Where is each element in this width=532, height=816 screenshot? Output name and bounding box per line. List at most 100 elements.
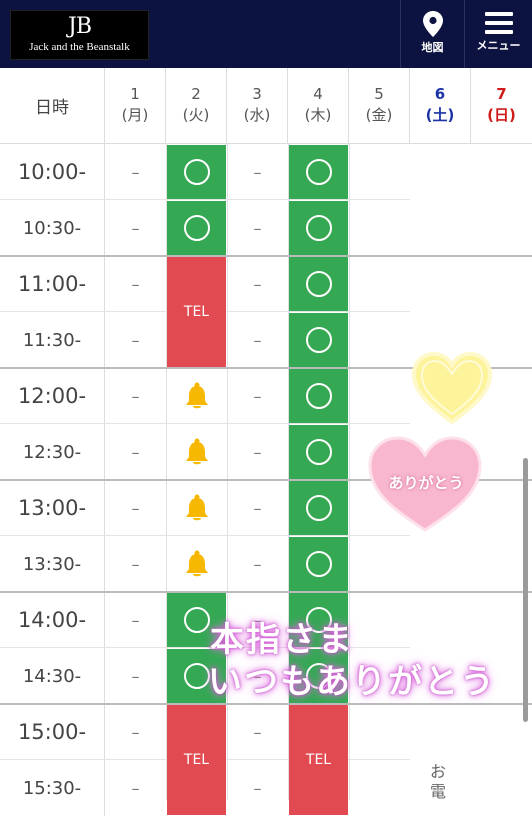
row-divider bbox=[0, 423, 410, 424]
slot-unavailable: – bbox=[106, 145, 165, 199]
day-date: 7 bbox=[496, 85, 507, 103]
bell-icon bbox=[185, 550, 208, 577]
circle-available-icon bbox=[305, 495, 332, 521]
row-divider bbox=[0, 199, 410, 200]
day-weekday: (土) bbox=[425, 106, 455, 124]
slot-unavailable: – bbox=[106, 649, 165, 703]
map-label: 地図 bbox=[421, 41, 444, 54]
dash-mark: – bbox=[253, 274, 262, 294]
day-weekday: (木) bbox=[304, 106, 332, 124]
dash-mark: – bbox=[131, 498, 140, 518]
dash-mark: – bbox=[131, 162, 140, 182]
slot-tel[interactable]: TEL bbox=[289, 705, 348, 815]
logo-name: Jack and the Beanstalk bbox=[29, 41, 130, 53]
day-header: 2 (火) bbox=[166, 68, 227, 144]
slot-available[interactable] bbox=[289, 369, 348, 423]
circle-available-icon bbox=[305, 439, 332, 465]
slot-unavailable: – bbox=[106, 257, 165, 311]
site-header: JB Jack and the Beanstalk 地図 メニュー bbox=[0, 0, 532, 68]
day-date: 4 bbox=[313, 85, 323, 103]
slot-available[interactable] bbox=[289, 145, 348, 199]
time-slot-label: 11:00- bbox=[0, 256, 105, 312]
dash-mark: – bbox=[131, 330, 140, 350]
dash-mark: – bbox=[253, 330, 262, 350]
regular-customer-banner-line2: いつもありがとう bbox=[208, 662, 496, 702]
dash-mark: – bbox=[253, 218, 262, 238]
slot-tel[interactable]: TEL bbox=[167, 257, 226, 367]
slot-waiting[interactable] bbox=[167, 369, 226, 423]
scrollbar[interactable] bbox=[523, 458, 528, 722]
slot-available[interactable] bbox=[289, 313, 348, 367]
slot-unavailable: – bbox=[106, 593, 165, 647]
dash-mark: – bbox=[131, 386, 140, 406]
dash-mark: – bbox=[131, 442, 140, 462]
circle-available-icon bbox=[305, 271, 332, 297]
circle-available-icon bbox=[305, 159, 332, 185]
slot-waiting[interactable] bbox=[167, 481, 226, 535]
circle-available-icon bbox=[305, 327, 332, 353]
corner-header: 日時 bbox=[0, 68, 105, 144]
slot-unavailable: – bbox=[228, 145, 287, 199]
day-header: 4 (木) bbox=[288, 68, 349, 144]
slot-waiting[interactable] bbox=[167, 537, 226, 591]
circle-available-icon bbox=[305, 383, 332, 409]
day-weekday: (月) bbox=[121, 106, 149, 124]
day-date: 3 bbox=[252, 85, 262, 103]
day-weekday: (金) bbox=[365, 106, 393, 124]
row-divider bbox=[0, 535, 410, 536]
slot-unavailable: – bbox=[106, 705, 165, 759]
slot-unavailable: – bbox=[228, 761, 287, 815]
day-weekday: (火) bbox=[182, 106, 210, 124]
slot-waiting[interactable] bbox=[167, 425, 226, 479]
bell-icon bbox=[185, 494, 208, 521]
dash-mark: – bbox=[131, 218, 140, 238]
circle-available-icon bbox=[183, 215, 210, 241]
slot-available[interactable] bbox=[289, 481, 348, 535]
site-logo[interactable]: JB Jack and the Beanstalk bbox=[10, 10, 149, 60]
map-button[interactable]: 地図 bbox=[400, 0, 464, 68]
slot-unavailable: – bbox=[106, 481, 165, 535]
day-header-sunday: 7 (日) bbox=[471, 68, 532, 144]
slot-available[interactable] bbox=[289, 425, 348, 479]
map-pin-icon bbox=[422, 11, 443, 37]
time-slot-label: 15:00- bbox=[0, 704, 105, 760]
slot-unavailable: – bbox=[106, 369, 165, 423]
day-weekday: (日) bbox=[487, 106, 516, 124]
slot-unavailable: – bbox=[228, 201, 287, 255]
slot-available[interactable] bbox=[167, 201, 226, 255]
day-date: 1 bbox=[130, 85, 140, 103]
dash-mark: – bbox=[131, 666, 140, 686]
yellow-heart-sticker bbox=[411, 351, 493, 425]
heart-text: ありがとう bbox=[388, 474, 464, 492]
slot-unavailable: – bbox=[228, 313, 287, 367]
day-date: 2 bbox=[191, 85, 201, 103]
slot-unavailable: – bbox=[106, 201, 165, 255]
phone-note: お電 bbox=[430, 762, 447, 801]
slot-available[interactable] bbox=[289, 257, 348, 311]
slot-available[interactable] bbox=[289, 537, 348, 591]
hamburger-menu-icon bbox=[484, 12, 513, 34]
time-slot-label: 10:30- bbox=[0, 200, 105, 256]
slot-available[interactable] bbox=[289, 201, 348, 255]
slot-unavailable: – bbox=[228, 425, 287, 479]
dash-mark: – bbox=[253, 722, 262, 742]
dash-mark: – bbox=[253, 442, 262, 462]
circle-available-icon bbox=[305, 551, 332, 577]
circle-available-icon bbox=[183, 607, 210, 633]
time-slot-label: 10:00- bbox=[0, 144, 105, 200]
slot-available[interactable] bbox=[167, 145, 226, 199]
dash-mark: – bbox=[253, 162, 262, 182]
day-date: 6 bbox=[434, 85, 446, 103]
time-slot-label: 13:30- bbox=[0, 536, 105, 592]
dash-mark: – bbox=[253, 386, 262, 406]
slot-tel[interactable]: TEL bbox=[167, 705, 226, 815]
day-date: 5 bbox=[374, 85, 384, 103]
time-slot-label: 14:30- bbox=[0, 648, 105, 704]
slot-unavailable: – bbox=[228, 257, 287, 311]
time-slot-label: 12:30- bbox=[0, 424, 105, 480]
circle-available-icon bbox=[183, 159, 210, 185]
time-slot-label: 13:00- bbox=[0, 480, 105, 536]
day-header: 3 (水) bbox=[227, 68, 288, 144]
dash-mark: – bbox=[131, 722, 140, 742]
menu-button[interactable]: メニュー bbox=[464, 0, 532, 68]
